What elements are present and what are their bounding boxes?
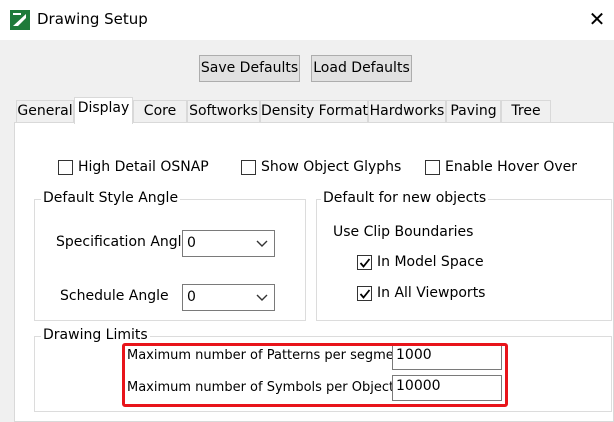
specification-angle-label: Specification Angle [56,234,191,250]
schedule-angle-value: 0 [187,289,196,305]
default-new-objects-legend: Default for new objects [321,190,489,206]
tab-display[interactable]: Display [74,97,133,124]
schedule-angle-label: Schedule Angle [60,288,169,304]
enable-hover-over-checkbox[interactable] [425,160,440,175]
use-clip-boundaries-label: Use Clip Boundaries [333,224,474,240]
checkmark-icon [359,289,371,299]
close-icon[interactable]: ✕ [582,4,612,34]
tab-tree[interactable]: Tree [501,100,551,122]
show-object-glyphs-checkbox[interactable] [241,160,256,175]
schedule-angle-select[interactable]: 0 [182,284,275,311]
in-all-viewports-label: In All Viewports [377,285,486,301]
high-detail-osnap-checkbox[interactable] [58,160,73,175]
specification-angle-select[interactable]: 0 [182,230,275,257]
in-model-space-label: In Model Space [377,254,484,270]
specification-angle-value: 0 [187,235,196,251]
in-all-viewports-checkbox[interactable] [357,286,372,301]
save-defaults-button[interactable]: Save Defaults [199,55,300,82]
high-detail-osnap-label: High Detail OSNAP [78,159,209,175]
load-defaults-button[interactable]: Load Defaults [311,55,412,82]
default-style-angle-legend: Default Style Angle [41,190,181,206]
enable-hover-over-label: Enable Hover Over [445,159,578,175]
tab-hardworks[interactable]: Hardworks [368,100,446,122]
window-title: Drawing Setup [37,10,148,28]
highlight-box [122,343,508,407]
checkmark-icon [359,258,371,268]
tab-general[interactable]: General [16,100,74,122]
show-object-glyphs-label: Show Object Glyphs [261,159,402,175]
tab-density-format[interactable]: Density Format [260,100,368,122]
chevron-down-icon [255,290,269,308]
tab-paving[interactable]: Paving [446,100,501,122]
chevron-down-icon [255,236,269,254]
in-model-space-checkbox[interactable] [357,255,372,270]
tab-softworks[interactable]: Softworks [187,100,260,122]
drawing-limits-legend: Drawing Limits [41,327,150,343]
drawing-app-icon [10,10,30,30]
tab-core[interactable]: Core [133,100,187,122]
